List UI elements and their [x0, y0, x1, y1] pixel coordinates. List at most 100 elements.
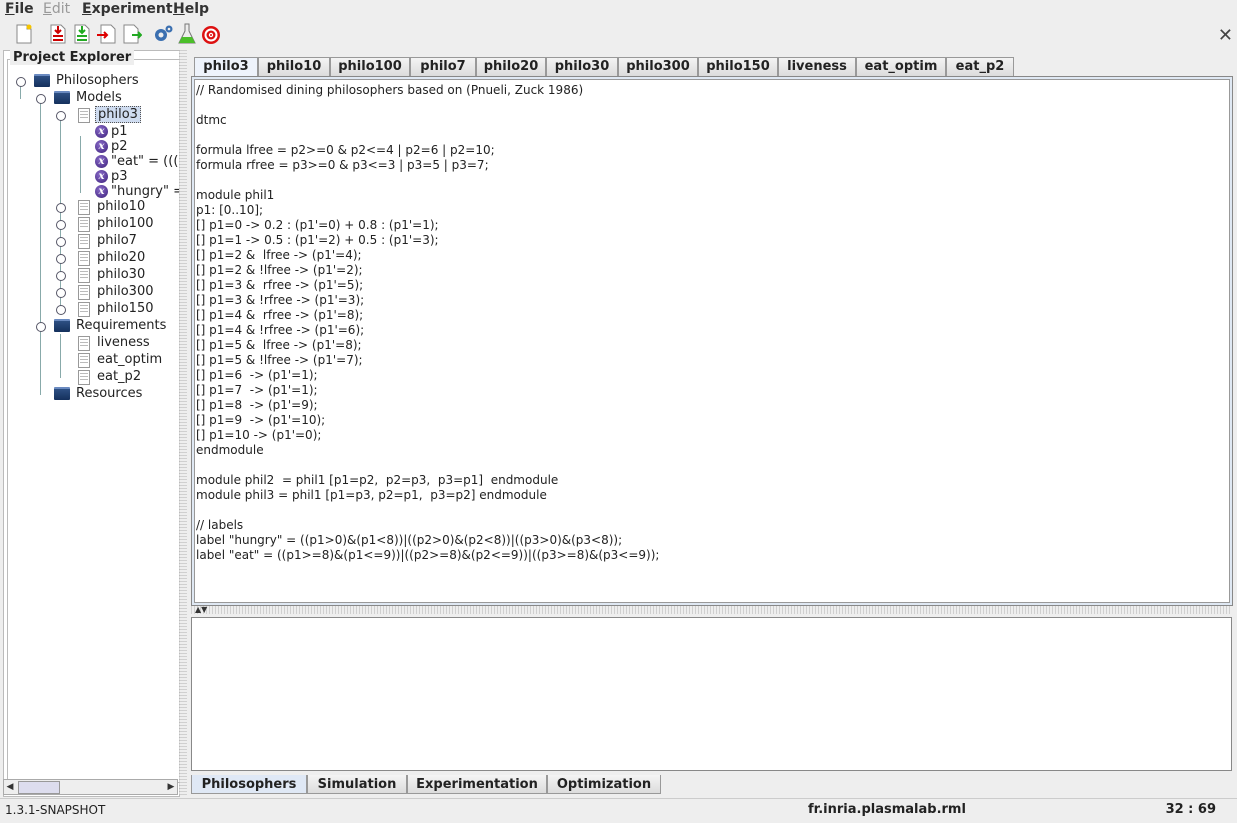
close-icon[interactable]: ✕	[1218, 25, 1233, 46]
tree-node-eat-optim[interactable]: eat_optim	[54, 352, 179, 369]
scroll-left-icon[interactable]: ◀	[4, 780, 16, 794]
tab-philo20[interactable]: philo20	[476, 57, 546, 76]
tree-label: philo10	[97, 199, 146, 214]
expand-toggle-icon[interactable]	[56, 237, 66, 247]
folder-icon	[54, 319, 70, 332]
status-cursor-position: 32 : 69	[1165, 802, 1216, 817]
document-icon	[78, 200, 90, 215]
expand-toggle-icon[interactable]	[56, 220, 66, 230]
folder-icon	[54, 91, 70, 104]
tab-philo300[interactable]: philo300	[618, 57, 698, 76]
new-file-icon[interactable]	[14, 23, 34, 45]
tree-node-requirements[interactable]: Requirements	[34, 318, 179, 335]
menu-file[interactable]: File	[5, 1, 34, 17]
status-bar: 1.3.1-SNAPSHOT fr.inria.plasmalab.rml 32…	[0, 798, 1237, 823]
expand-toggle-icon[interactable]	[56, 203, 66, 213]
tab-liveness[interactable]: liveness	[778, 57, 856, 76]
tree-label: philo3	[95, 106, 141, 123]
tree-node-philo30[interactable]: philo30	[54, 267, 179, 284]
menu-experiment[interactable]: Experiment	[82, 1, 173, 17]
tree-label: philo30	[97, 267, 146, 282]
horizontal-splitter[interactable]	[191, 606, 1231, 614]
project-explorer: Project Explorer Philosophers Models phi…	[3, 50, 180, 797]
document-icon	[78, 217, 90, 232]
menu-edit[interactable]: Edit	[43, 1, 70, 17]
settings-gear-icon[interactable]	[153, 23, 173, 45]
tab-philo7[interactable]: philo7	[410, 57, 476, 76]
expand-toggle-icon[interactable]	[56, 254, 66, 264]
menu-help-label: elp	[184, 1, 210, 17]
console-output[interactable]	[191, 617, 1232, 771]
expand-toggle-icon[interactable]	[56, 271, 66, 281]
tree-node-philosophers[interactable]: Philosophers	[14, 73, 179, 90]
menu-edit-label: dit	[51, 1, 71, 17]
folder-icon	[34, 74, 50, 87]
scrollbar-thumb[interactable]	[18, 781, 60, 794]
variable-icon: x	[95, 185, 108, 198]
tab-experimentation[interactable]: Experimentation	[407, 775, 547, 794]
code-editor[interactable]: // Randomised dining philosophers based …	[194, 79, 1230, 603]
tree-label: eat_p2	[97, 369, 142, 384]
tree-line	[80, 136, 81, 193]
code-text[interactable]: // Randomised dining philosophers based …	[195, 80, 1229, 563]
tab-philo30[interactable]: philo30	[546, 57, 618, 76]
flask-icon[interactable]	[177, 23, 197, 45]
menu-help[interactable]: Help	[173, 1, 209, 17]
expand-toggle-icon[interactable]	[56, 111, 66, 121]
expand-toggle-icon[interactable]	[36, 322, 46, 332]
tree-label: Resources	[76, 386, 143, 401]
vertical-splitter[interactable]	[179, 50, 187, 795]
splitter-arrows-icon[interactable]: ▲▼	[195, 605, 207, 614]
scroll-right-icon[interactable]: ▶	[165, 780, 177, 794]
status-version: 1.3.1-SNAPSHOT	[5, 803, 106, 817]
tree-label: Requirements	[76, 318, 167, 333]
tree-node-liveness[interactable]: liveness	[54, 335, 179, 352]
import-icon[interactable]	[122, 23, 142, 45]
tab-eat-optim[interactable]: eat_optim	[856, 57, 946, 76]
expand-toggle-icon[interactable]	[16, 77, 26, 87]
tab-eat-p2[interactable]: eat_p2	[946, 57, 1014, 76]
tab-optimization[interactable]: Optimization	[547, 775, 661, 794]
tree-label: philo150	[97, 301, 154, 316]
toolbar	[0, 20, 1237, 48]
tab-philo150[interactable]: philo150	[698, 57, 778, 76]
save-red-icon[interactable]	[48, 23, 68, 45]
tree-node-philo7[interactable]: philo7	[54, 233, 179, 250]
variable-icon: x	[95, 140, 108, 153]
target-icon[interactable]	[201, 23, 221, 45]
variable-icon: x	[95, 125, 108, 138]
menu-experiment-label: xperiment	[91, 1, 173, 17]
expand-toggle-icon[interactable]	[56, 305, 66, 315]
document-icon	[78, 336, 90, 351]
tree-line	[40, 102, 41, 395]
tree-label: Models	[76, 90, 122, 105]
variable-icon: x	[95, 170, 108, 183]
status-module: fr.inria.plasmalab.rml	[808, 802, 966, 817]
tab-philo10[interactable]: philo10	[258, 57, 330, 76]
tree-node-philo10[interactable]: philo10	[54, 199, 179, 216]
menu-edit-mnemonic: E	[43, 1, 52, 17]
document-icon	[78, 234, 90, 249]
tree-node-philo100[interactable]: philo100	[54, 216, 179, 233]
expand-toggle-icon[interactable]	[56, 288, 66, 298]
document-icon	[78, 108, 90, 123]
tab-philo100[interactable]: philo100	[330, 57, 410, 76]
tree-node-philo20[interactable]: philo20	[54, 250, 179, 267]
tree-node-resources[interactable]: Resources	[34, 386, 179, 403]
tree-node-models[interactable]: Models	[34, 90, 179, 107]
tree-label: Philosophers	[56, 73, 139, 88]
tab-philo3[interactable]: philo3	[194, 57, 258, 77]
export-icon[interactable]	[96, 23, 116, 45]
expand-toggle-icon[interactable]	[36, 94, 46, 104]
tree-label: p2	[111, 139, 128, 154]
tab-simulation[interactable]: Simulation	[307, 775, 407, 794]
save-green-icon[interactable]	[72, 23, 92, 45]
tree-label: "eat" = ((((	[111, 154, 179, 169]
tab-philosophers[interactable]: Philosophers	[191, 775, 307, 794]
document-icon	[78, 370, 90, 385]
tree-node-philo150[interactable]: philo150	[54, 301, 179, 318]
tree-node-philo3[interactable]: philo3	[54, 106, 179, 124]
tree-node-philo300[interactable]: philo300	[54, 284, 179, 301]
tree-node-eat-p2[interactable]: eat_p2	[54, 369, 179, 386]
explorer-horizontal-scrollbar[interactable]: ◀ ▶	[3, 779, 178, 795]
